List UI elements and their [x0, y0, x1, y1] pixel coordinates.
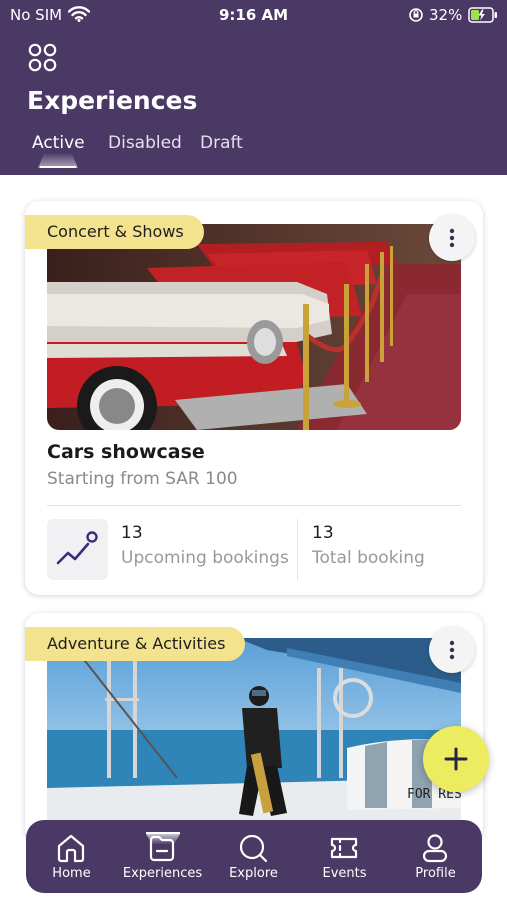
- card-menu-button[interactable]: [429, 627, 475, 673]
- stats-divider: [297, 519, 298, 580]
- nav-explore[interactable]: Explore: [208, 820, 299, 893]
- card-divider: [47, 505, 461, 506]
- experience-photo: [47, 224, 461, 430]
- tab-active[interactable]: Active: [32, 133, 85, 153]
- grid-icon[interactable]: [28, 43, 58, 77]
- card-price: Starting from SAR 100: [47, 469, 238, 489]
- tab-disabled[interactable]: Disabled: [108, 133, 182, 153]
- experience-photo: FOR RES: [47, 638, 461, 838]
- rotation-lock-icon: [408, 7, 424, 27]
- experiences-icon: [149, 835, 175, 862]
- bottom-navigation: Home Experiences Explore Events Profile: [26, 820, 482, 893]
- more-vertical-icon: [449, 640, 455, 660]
- nav-experiences-label: Experiences: [122, 866, 203, 881]
- trend-chart-icon: [56, 531, 98, 565]
- active-tab-indicator: [38, 154, 78, 168]
- battery-icon: [468, 7, 498, 27]
- ticket-icon: [330, 837, 358, 859]
- nav-explore-label: Explore: [229, 866, 278, 881]
- page-title: Experiences: [27, 86, 198, 115]
- total-booking-label: Total booking: [312, 548, 425, 568]
- card-title: Cars showcase: [47, 441, 205, 463]
- nav-experiences[interactable]: Experiences: [117, 820, 208, 893]
- upcoming-bookings-count: 13: [121, 523, 143, 543]
- total-booking-count: 13: [312, 523, 334, 543]
- profile-icon: [422, 834, 448, 863]
- battery-percent: 32%: [429, 6, 463, 24]
- status-bar: No SIM 9:16 AM 32%: [0, 0, 507, 34]
- nav-profile[interactable]: Profile: [390, 820, 481, 893]
- tab-draft[interactable]: Draft: [200, 133, 243, 153]
- nav-events[interactable]: Events: [299, 820, 390, 893]
- add-experience-button[interactable]: [423, 726, 489, 792]
- experience-card[interactable]: Concert & Shows Cars showcase Starting f…: [25, 201, 483, 595]
- experience-card[interactable]: FOR RES Adventure & Activities: [25, 613, 483, 843]
- category-badge: Concert & Shows: [25, 215, 204, 249]
- nav-home-label: Home: [52, 866, 91, 881]
- nav-events-label: Events: [322, 866, 367, 881]
- status-tabs: Active Disabled Draft: [0, 131, 507, 175]
- more-vertical-icon: [449, 228, 455, 248]
- app-header: No SIM 9:16 AM 32% Experiences Active Di…: [0, 0, 507, 175]
- search-icon: [239, 834, 268, 863]
- card-menu-button[interactable]: [429, 215, 475, 261]
- upcoming-bookings-label: Upcoming bookings: [121, 548, 289, 568]
- bookings-chart-icon-box: [47, 519, 108, 580]
- plus-icon: [444, 747, 468, 771]
- home-icon: [57, 834, 85, 863]
- category-badge: Adventure & Activities: [25, 627, 246, 661]
- nav-home[interactable]: Home: [26, 820, 117, 893]
- nav-profile-label: Profile: [415, 866, 456, 881]
